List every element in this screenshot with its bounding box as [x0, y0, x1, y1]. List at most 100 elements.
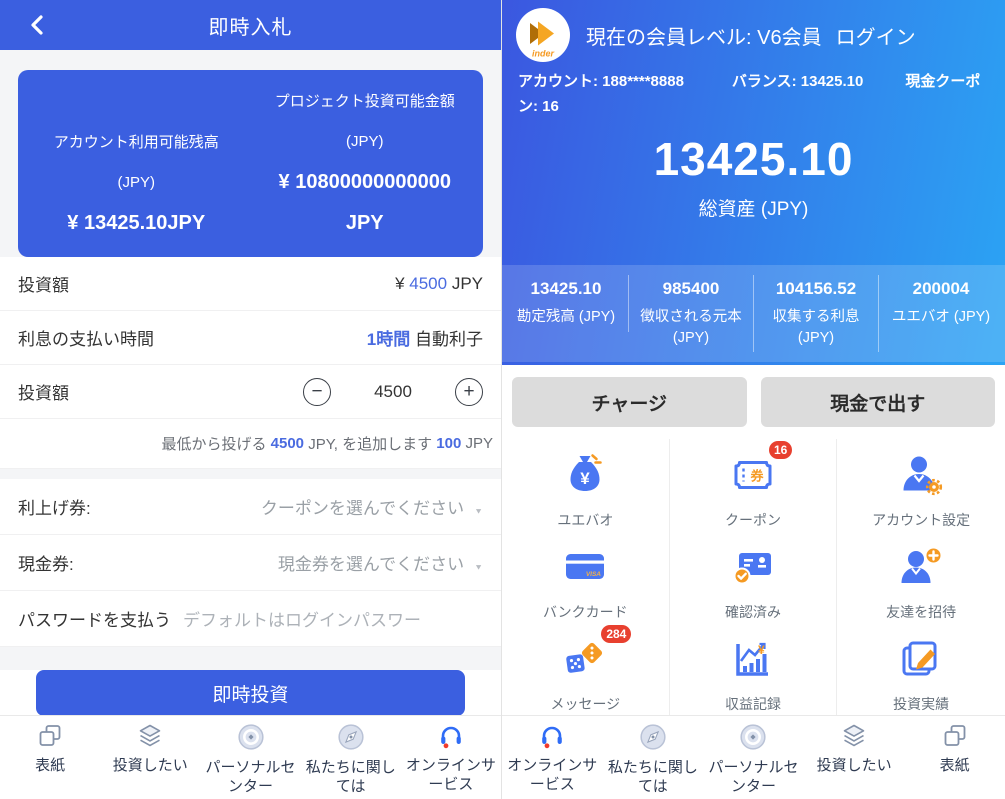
stat-yuebao: 200004 ユエバオ (JPY) — [879, 275, 1003, 331]
pay-password-input[interactable]: デフォルトはログインパスワー — [183, 606, 483, 631]
cash-coupon-label: 現金券: — [18, 550, 74, 575]
total-assets-value: 13425.10 — [502, 132, 1005, 186]
section-divider — [0, 469, 501, 479]
app-logo: inder — [516, 8, 570, 62]
grid-item-account-settings[interactable]: アカウント設定 — [837, 439, 1005, 531]
account-gradient-header: inder 現在の会員レベル: V6会員 ログイン アカウント: 188****… — [502, 0, 1005, 365]
bid-bottom-nav: 表紙 投資したい パーソナルセンター 私たちに関しては オンラインサービス — [0, 715, 501, 799]
project-invest-unit: (JPY) — [251, 121, 480, 162]
record-icon — [739, 723, 767, 756]
page-title: 即時入札 — [209, 11, 293, 40]
account-balance: バランス: 13425.10 — [732, 73, 863, 90]
project-invest-value: ¥ 10800000000000 — [251, 162, 480, 203]
invest-amount-value: ¥ 4500 JPY — [395, 274, 483, 294]
member-level-line: 現在の会員レベル: V6会員 ログイン — [586, 21, 916, 50]
app: 即時入札 アカウント利用可能残高 (JPY) ¥ 13425.10JPY プロジ… — [0, 0, 1005, 799]
chevron-left-icon — [26, 13, 50, 37]
nav-item-personal-center[interactable]: パーソナルセンター — [200, 723, 300, 799]
amount-input[interactable]: 4500 — [357, 382, 429, 402]
plus-button[interactable]: + — [455, 378, 483, 406]
nav-item-about-us[interactable]: 私たちに関しては — [301, 723, 401, 799]
account-balance-value: ¥ 13425.10JPY — [22, 203, 251, 244]
headset-icon — [438, 723, 464, 754]
account-screen: inder 現在の会員レベル: V6会員 ログイン アカウント: 188****… — [502, 0, 1005, 799]
svg-text:券: 券 — [749, 469, 764, 484]
grid-item-invite-friends[interactable]: 友達を招待 — [837, 531, 1005, 623]
login-link[interactable]: ログイン — [836, 21, 916, 50]
account-balance-unit: (JPY) — [22, 162, 251, 203]
stepper-label: 投資額 — [18, 379, 69, 404]
ticket-icon: 券 — [729, 451, 777, 504]
nav-item-about-us[interactable]: 私たちに関しては — [603, 723, 704, 799]
grid-item-coupon[interactable]: 16 券 クーポン — [670, 439, 838, 531]
grid-item-investment-record[interactable]: 投資実績 — [837, 623, 1005, 715]
bid-screen: 即時入札 アカウント利用可能残高 (JPY) ¥ 13425.10JPY プロジ… — [0, 0, 502, 799]
stats-strip: 13425.10 勘定残高 (JPY) 985400 徴収される元本 (JPY)… — [502, 265, 1005, 362]
project-invest-value2: JPY — [251, 203, 480, 244]
invest-amount-label: 投資額 — [18, 271, 69, 296]
project-invest-label: プロジェクト投資可能金額 — [251, 80, 480, 121]
svg-text:¥: ¥ — [758, 643, 765, 657]
member-head: inder 現在の会員レベル: V6会員 ログイン — [502, 0, 1005, 62]
verified-icon — [729, 543, 777, 596]
amount-stepper-row: 投資額 − 4500 + — [0, 365, 501, 419]
report-icon — [897, 635, 945, 688]
withdraw-button[interactable]: 現金で出す — [761, 377, 996, 427]
chevron-down-icon: ▼ — [474, 507, 483, 516]
nav-item-invest[interactable]: 投資したい — [804, 723, 905, 799]
interest-time-row: 利息の支払い時間 1時間 自動利子 — [0, 311, 501, 365]
feature-grid: ¥ ユエバオ 16 券 クーポン アカウント設定 VISA バンクカード 確認済… — [502, 439, 1005, 715]
submit-wrap: 即時投資 — [0, 670, 501, 716]
copy-icon — [37, 723, 63, 754]
moneybag-icon: ¥ — [561, 451, 609, 504]
interest-time-value: 1時間 自動利子 — [367, 325, 483, 350]
grid-item-earnings-record[interactable]: ¥ 収益記録 — [670, 623, 838, 715]
project-invest-col: プロジェクト投資可能金額 (JPY) ¥ 10800000000000 JPY — [251, 80, 480, 244]
svg-text:VISA: VISA — [586, 571, 601, 578]
balance-card: アカウント利用可能残高 (JPY) ¥ 13425.10JPY プロジェクト投資… — [18, 70, 483, 257]
amount-stepper: − 4500 + — [303, 378, 483, 406]
rate-coupon-label: 利上げ券: — [18, 494, 91, 519]
rate-coupon-select-row[interactable]: 利上げ券: クーポンを選んでください▼ — [0, 479, 501, 535]
layers-icon — [841, 723, 867, 754]
grid-item-verified[interactable]: 確認済み — [670, 531, 838, 623]
compass-icon — [639, 723, 667, 756]
nav-item-personal-center[interactable]: パーソナルセンター — [703, 723, 804, 799]
stat-interest-collected: 104156.52 収集する利息 (JPY) — [754, 275, 879, 352]
grid-item-messages[interactable]: 284 メッセージ — [502, 623, 670, 715]
nav-item-online-service[interactable]: オンラインサービス — [502, 723, 603, 799]
back-button[interactable] — [26, 13, 50, 37]
user-gear-icon — [897, 451, 945, 504]
account-balance-col: アカウント利用可能残高 (JPY) ¥ 13425.10JPY — [22, 80, 251, 244]
cash-coupon-select-row[interactable]: 現金券: 現金券を選んでください▼ — [0, 535, 501, 591]
compass-icon — [337, 723, 365, 756]
grid-item-bank-card[interactable]: VISA バンクカード — [502, 531, 670, 623]
interest-time-label: 利息の支払い時間 — [18, 325, 154, 350]
bid-header: 即時入札 — [0, 0, 501, 50]
chart-icon: ¥ — [729, 635, 777, 688]
nav-item-cover[interactable]: 表紙 — [0, 723, 100, 799]
account-bottom-nav: オンラインサービス 私たちに関しては パーソナルセンター 投資したい 表紙 — [502, 715, 1005, 799]
cash-coupon-select[interactable]: 現金券を選んでください▼ — [278, 550, 483, 575]
total-assets-label: 総資産 (JPY) — [502, 194, 1005, 221]
action-buttons: チャージ 現金で出す — [502, 365, 1005, 439]
message-badge: 284 — [601, 625, 631, 643]
balance-card-wrap: アカウント利用可能残高 (JPY) ¥ 13425.10JPY プロジェクト投資… — [0, 50, 501, 257]
stat-principal-collected: 985400 徴収される元本 (JPY) — [629, 275, 754, 352]
recharge-button[interactable]: チャージ — [512, 377, 747, 427]
instant-invest-button[interactable]: 即時投資 — [36, 670, 465, 716]
copy-icon — [942, 723, 968, 754]
pay-password-label: パスワードを支払う — [18, 606, 171, 631]
minus-button[interactable]: − — [303, 378, 331, 406]
nav-item-invest[interactable]: 投資したい — [100, 723, 200, 799]
rate-coupon-select[interactable]: クーポンを選んでください▼ — [261, 494, 483, 519]
svg-text:inder: inder — [532, 49, 555, 59]
min-invest-hint: 最低から投げる 4500 JPY, を追加します 100 JPY — [0, 419, 501, 469]
nav-item-cover[interactable]: 表紙 — [904, 723, 1005, 799]
account-number: アカウント: 188****8888 — [518, 73, 684, 90]
nav-item-online-service[interactable]: オンラインサービス — [401, 723, 501, 799]
layers-icon — [137, 723, 163, 754]
invite-icon — [897, 543, 945, 596]
pay-password-row: パスワードを支払う デフォルトはログインパスワー — [0, 591, 501, 647]
grid-item-yuebao[interactable]: ¥ ユエバオ — [502, 439, 670, 531]
